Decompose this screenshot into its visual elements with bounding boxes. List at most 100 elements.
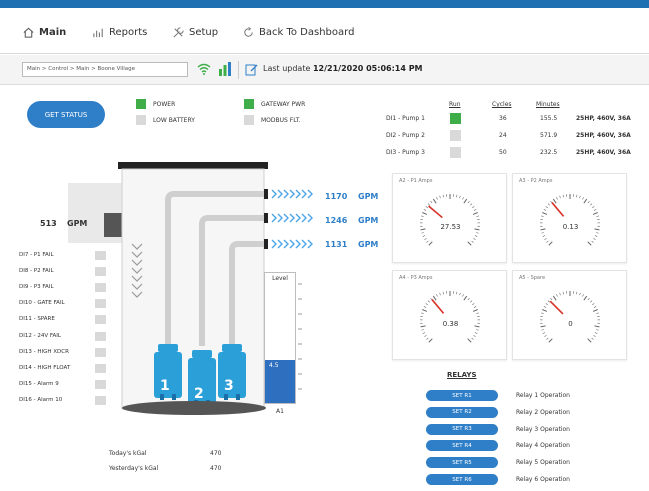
gauge-a4-title: A4 - P3 Amps (399, 275, 433, 281)
gauge-tick (589, 203, 593, 206)
gauge-tick (552, 198, 557, 204)
low-battery-label: LOW BATTERY (153, 117, 195, 124)
gauge-a4: A4 - P3 Amps 0.38 (392, 270, 507, 360)
alarm-label: DI11 - SPARE (19, 316, 55, 323)
nav-back-dashboard[interactable]: Back To Dashboard (242, 26, 354, 39)
gauge-tick (432, 295, 437, 301)
gauge-a2-value: 27.53 (440, 223, 461, 231)
set-relay-button[interactable]: SET R6 (426, 474, 498, 485)
alarm-label: DI15 - Alarm 9 (19, 380, 59, 387)
gauge-tick (473, 238, 476, 240)
gauge-tick (421, 215, 424, 217)
gauge-tick (596, 215, 599, 217)
gauge-a5-value: 0 (568, 320, 573, 328)
gauge-tick (592, 212, 598, 215)
gauge-a3-value: 0.13 (562, 223, 579, 231)
alarm-label: DI8 - P2 FAIL (19, 268, 54, 275)
gateway-pwr-indicator (244, 99, 254, 109)
gauge-tick (594, 332, 598, 334)
gauge-tick (476, 312, 479, 314)
pump2-run-indicator (450, 130, 461, 141)
gauge-tick (541, 232, 544, 234)
gauge-tick (473, 306, 477, 308)
gauge-tick (593, 335, 596, 337)
alarm-indicator (95, 363, 106, 373)
gauge-tick (587, 297, 590, 301)
gauge-tick (442, 291, 444, 295)
nav-setup[interactable]: Setup (172, 26, 218, 39)
minutes-header: Minutes (536, 101, 560, 108)
outflow-3-unit: GPM (358, 240, 379, 249)
outflow-3-value: 1131 (325, 240, 348, 249)
nav-back-label: Back To Dashboard (259, 27, 355, 38)
level-value: 4.5 (269, 362, 279, 370)
nav-reports[interactable]: Reports (92, 26, 147, 39)
relay-operation-label: Relay 1 Operation (516, 392, 570, 399)
gauge-a5-dial (540, 291, 600, 343)
pump3-spec: 25HP, 460V, 36A (576, 149, 631, 156)
pump1-run-indicator (450, 113, 461, 124)
gauge-tick (426, 337, 429, 340)
nav-main[interactable]: Main (22, 26, 66, 39)
gauge-tick (432, 198, 437, 204)
pump1-cycles: 36 (499, 115, 507, 122)
level-scale (298, 272, 312, 404)
gauge-tick (544, 238, 547, 240)
gauge-tick (562, 291, 564, 295)
relay-operation-label: Relay 3 Operation (516, 425, 570, 433)
relays-title: RELAYS (447, 371, 477, 379)
gauge-tick (543, 306, 547, 308)
gauge-tick (542, 212, 548, 215)
gauge-tick (596, 312, 599, 314)
set-relay-button[interactable]: SET R4 (426, 440, 498, 452)
gauge-tick (476, 232, 479, 234)
set-relay-button[interactable]: SET R2 (426, 406, 498, 418)
pump3-run-indicator (450, 147, 461, 158)
gauge-tick (552, 295, 557, 301)
pump1-minutes: 155.5 (540, 115, 558, 122)
gauge-tick (459, 195, 461, 199)
gauge-tick (456, 194, 458, 198)
pump2-cycles: 24 (499, 132, 507, 139)
outflow-1-value: 1170 (325, 192, 348, 201)
relay-operation-label: Relay 2 Operation (516, 408, 570, 416)
alarm-indicator (95, 299, 106, 309)
power-label: POWER (153, 101, 176, 108)
alarm-indicator (95, 315, 106, 325)
edit-icon[interactable] (245, 63, 258, 76)
breadcrumb[interactable]: Main > Control > Main > Boone Village (22, 62, 188, 77)
gauge-a3-dial (540, 194, 600, 246)
gauge-tick (583, 198, 588, 204)
gauge-tick (476, 215, 479, 217)
pump3-minutes: 232.5 (540, 149, 558, 156)
last-update-label: Last update (263, 64, 311, 73)
gauge-needle (551, 202, 565, 217)
gauge-tick (589, 300, 593, 303)
gauge-tick (543, 209, 547, 211)
alarm-label: DI10 - GATE FAIL (19, 300, 65, 307)
alarm-indicator (95, 331, 106, 341)
gauge-tick (456, 291, 458, 295)
top-accent-bar (0, 0, 649, 8)
gauge-tick (542, 332, 546, 334)
gauge-tick (436, 294, 438, 297)
gauge-tick (463, 198, 468, 204)
gauge-a2-title: A2 - P1 Amps (399, 178, 433, 184)
alarm-indicator (95, 283, 106, 293)
get-status-button[interactable]: GET STATUS (27, 101, 105, 128)
gauge-tick (562, 194, 564, 198)
gauge-tick (545, 206, 548, 209)
set-relay-button[interactable]: SET R5 (426, 457, 498, 469)
gauge-tick (423, 209, 427, 211)
gauge-a3: A3 - P2 Amps 0.13 (512, 173, 627, 263)
gauge-tick (426, 240, 429, 243)
gauge-tick (472, 309, 478, 312)
gauge-tick (421, 329, 424, 331)
gauge-tick (467, 200, 470, 204)
set-relay-button[interactable]: SET R1 (426, 390, 498, 401)
gauge-needle (549, 300, 564, 315)
gauge-tick (592, 309, 598, 312)
gauge-tick (472, 212, 478, 215)
set-relay-button[interactable]: SET R3 (426, 423, 498, 435)
toolbar-divider (238, 61, 239, 79)
